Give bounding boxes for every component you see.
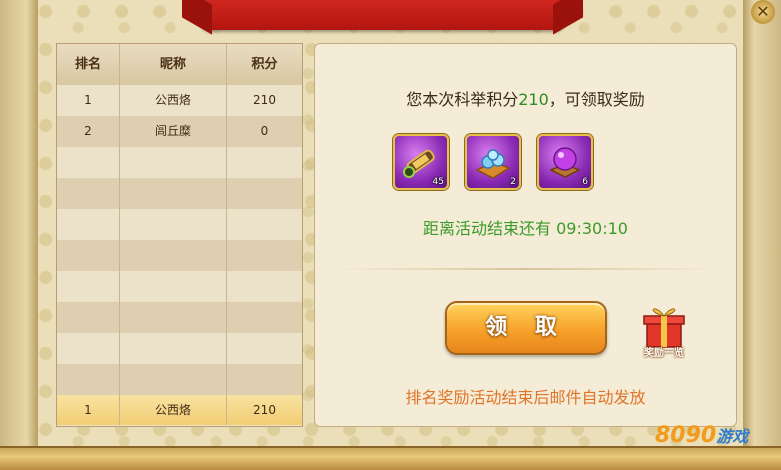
table-row — [57, 209, 302, 241]
cell-name — [120, 209, 227, 240]
cell-name: 闾丘糜 — [120, 116, 227, 147]
cell-name — [120, 364, 227, 395]
rank-table: 排名 昵称 积分 1 公西烙 210 2 闾丘糜 0 1 公西烙 210 — [56, 43, 303, 427]
divider — [335, 268, 716, 270]
reward-list-label: 奖励一览 — [644, 348, 684, 359]
cell-rank — [57, 333, 120, 364]
item-count: 6 — [582, 177, 588, 187]
score-line: 您本次科举积分210，可领取奖励 — [315, 86, 736, 110]
score-suffix: ，可领取奖励 — [548, 90, 645, 109]
cell-name — [120, 178, 227, 209]
score-value: 210 — [518, 90, 549, 109]
item-count: 45 — [432, 177, 444, 187]
my-cell-rank: 1 — [57, 395, 120, 425]
header-score: 积分 — [251, 57, 278, 72]
bottom-frame — [0, 446, 781, 470]
cell-rank — [57, 302, 120, 333]
my-cell-score: 210 — [253, 403, 276, 417]
cell-score: 210 — [253, 93, 276, 107]
reward-item-gems[interactable]: 2 — [465, 134, 521, 190]
header-rank: 排名 — [57, 44, 120, 85]
cell-score — [227, 209, 302, 240]
cell-name — [120, 240, 227, 271]
cell-score — [227, 364, 302, 395]
score-prefix: 您本次科举积分 — [406, 90, 519, 109]
reward-item-orb[interactable]: 6 — [537, 134, 593, 190]
cell-rank — [57, 178, 120, 209]
item-count: 2 — [510, 177, 516, 187]
table-row — [57, 333, 302, 365]
cell-rank — [57, 147, 120, 178]
reward-list-button[interactable]: 奖励一览 — [635, 299, 693, 359]
cell-rank — [57, 271, 120, 302]
purple-orb-icon — [549, 147, 581, 178]
cell-score — [227, 271, 302, 302]
cell-rank — [57, 240, 120, 271]
right-frame — [743, 0, 781, 470]
table-row — [57, 147, 302, 179]
countdown: 距离活动结束还有 09:30:10 — [315, 215, 736, 239]
scroll-icon — [403, 149, 435, 178]
site-watermark: 8090游戏 — [655, 423, 748, 448]
table-row — [57, 271, 302, 303]
mail-notice: 排名奖励活动结束后邮件自动发放 — [405, 388, 646, 407]
watermark-brand: 8090 — [655, 423, 717, 448]
cell-score — [227, 333, 302, 364]
cell-rank — [57, 364, 120, 395]
cell-name: 公西烙 — [120, 85, 227, 116]
left-frame — [0, 0, 38, 470]
cell-score — [227, 240, 302, 271]
table-row — [57, 240, 302, 272]
cell-rank — [57, 209, 120, 240]
cell-name — [120, 271, 227, 302]
gem-tray-icon — [475, 149, 511, 179]
cell-name — [120, 147, 227, 178]
table-row — [57, 178, 302, 210]
reward-item-scroll[interactable]: 45 — [393, 134, 449, 190]
countdown-label: 距离活动结束还有 — [423, 219, 552, 238]
cell-score — [227, 302, 302, 333]
claim-button[interactable]: 领 取 — [445, 301, 607, 355]
cell-name — [120, 302, 227, 333]
header-name: 昵称 — [120, 44, 227, 85]
cell-rank: 2 — [57, 116, 120, 147]
watermark-suffix: 游戏 — [716, 427, 749, 446]
table-row — [57, 364, 302, 396]
title-banner — [200, 0, 565, 30]
cell-rank: 1 — [57, 85, 120, 116]
table-row: 1 公西烙 210 — [57, 85, 302, 117]
reward-panel: 您本次科举积分210，可领取奖励 45 2 6 距离活动结束还有 09:30:1… — [314, 43, 737, 427]
rank-table-header: 排名 昵称 积分 — [57, 44, 302, 86]
table-row: 2 闾丘糜 0 — [57, 116, 302, 148]
cell-score: 0 — [260, 124, 269, 138]
my-rank-row: 1 公西烙 210 — [57, 395, 302, 425]
cell-score — [227, 147, 302, 178]
table-row — [57, 302, 302, 334]
my-cell-name: 公西烙 — [120, 395, 227, 425]
close-icon[interactable]: ✕ — [751, 0, 775, 24]
countdown-time: 09:30:10 — [556, 219, 628, 238]
cell-score — [227, 178, 302, 209]
cell-name — [120, 333, 227, 364]
